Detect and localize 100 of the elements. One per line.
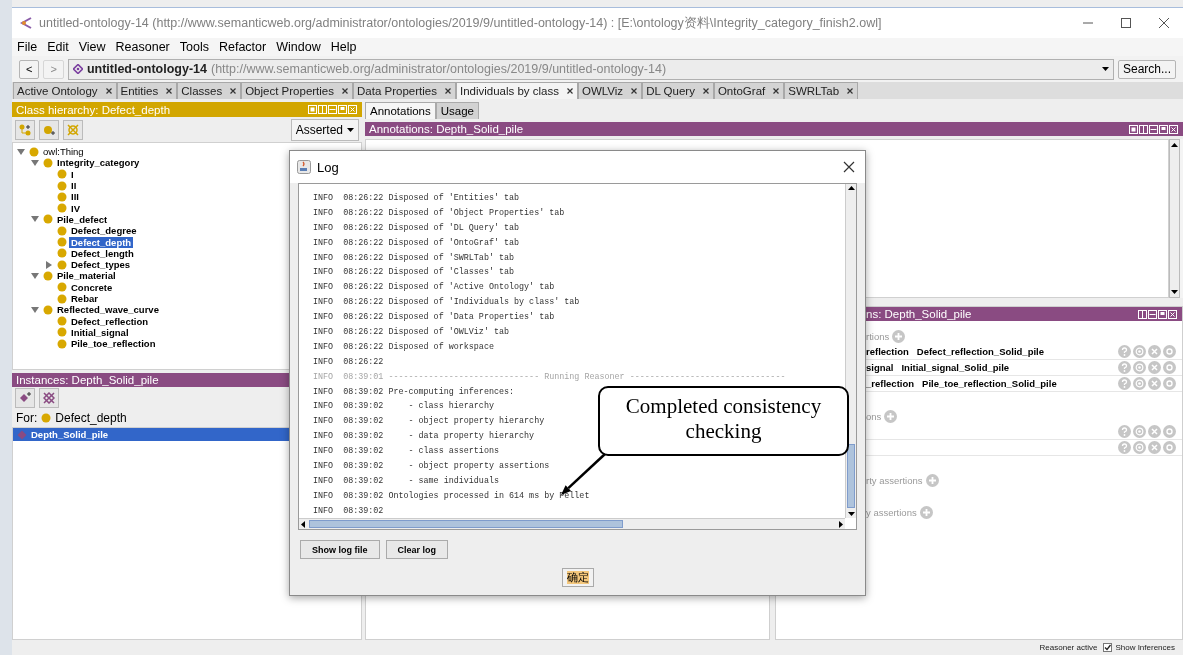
add-individual-button[interactable] (15, 388, 35, 408)
tab[interactable]: OWLViz (578, 82, 643, 99)
tree-item[interactable]: Defect_reflection (69, 315, 151, 327)
tree-item[interactable]: Defect_degree (69, 225, 139, 237)
tab[interactable]: Usage (435, 102, 479, 119)
close-icon[interactable] (702, 88, 709, 94)
tree-item[interactable]: Rebar (69, 293, 100, 304)
panel-controls-icon[interactable] (1129, 124, 1179, 134)
close-icon[interactable] (444, 88, 451, 94)
menu-item[interactable]: Help (330, 40, 357, 54)
menu-item[interactable]: Edit (47, 40, 69, 54)
collapsed-arrow-icon[interactable] (45, 260, 53, 269)
tree-item[interactable]: Pile_material (55, 270, 118, 282)
crossed-node-icon (67, 123, 79, 136)
log-line: INFO 08:26:22 Disposed of 'Classes' tab (313, 266, 515, 280)
tab[interactable]: Active Ontology (13, 82, 117, 99)
close-icon[interactable] (773, 88, 780, 94)
tree-item[interactable]: III (69, 191, 81, 203)
dialog-button[interactable]: Clear log (385, 540, 448, 559)
tree-item[interactable]: Concrete (69, 281, 115, 293)
menu-item[interactable]: Reasoner (115, 40, 170, 54)
mode-dropdown[interactable]: Asserted (290, 118, 359, 141)
add-sibling-button[interactable] (39, 119, 59, 140)
tab[interactable]: Annotations (365, 102, 436, 119)
scroll-thumb[interactable] (847, 444, 855, 508)
close-icon[interactable] (847, 88, 854, 94)
close-icon[interactable] (1158, 17, 1170, 29)
for-label: For: (16, 411, 38, 425)
log-line: INFO 08:26:22 Disposed of workspace (313, 340, 494, 354)
tree-item[interactable]: owl:Thing (41, 146, 86, 158)
tree-item[interactable]: Defect_depth (69, 236, 134, 248)
horizontal-scrollbar[interactable] (299, 518, 845, 529)
add-subclass-button[interactable] (15, 119, 35, 140)
cup-icon (297, 160, 311, 174)
expanded-arrow-icon[interactable] (31, 215, 39, 224)
checkbox[interactable] (1103, 643, 1113, 652)
expanded-arrow-icon[interactable] (31, 305, 39, 314)
close-icon[interactable] (631, 88, 638, 94)
close-icon[interactable] (567, 88, 573, 94)
class-circle-icon (57, 338, 67, 349)
menu-item[interactable]: Tools (179, 40, 209, 54)
log-line: INFO 08:26:22 Disposed of 'DL Query' tab (313, 221, 520, 235)
search-button[interactable]: Search... (1117, 59, 1176, 79)
close-icon[interactable] (105, 88, 112, 94)
menu-item[interactable]: Window (276, 40, 321, 54)
panel-controls-icon[interactable] (1138, 309, 1178, 319)
class-circle-icon (29, 146, 39, 157)
vertical-scrollbar[interactable] (845, 184, 856, 518)
maximize-icon[interactable] (1120, 17, 1132, 29)
tree-item[interactable]: Defect_length (69, 247, 136, 259)
tree-item[interactable]: Pile_defect (55, 213, 110, 225)
tab[interactable]: Object Properties (241, 82, 354, 99)
dialog-button[interactable]: Show log file (300, 540, 380, 559)
class-circle-icon (43, 214, 53, 225)
scroll-left-icon[interactable] (301, 520, 305, 528)
close-icon[interactable] (230, 88, 237, 94)
delete-individual-button[interactable] (39, 388, 59, 408)
expanded-arrow-icon[interactable] (31, 158, 39, 167)
tab[interactable]: DL Query (642, 82, 714, 99)
tree-item[interactable]: IV (69, 202, 82, 214)
menu-item[interactable]: File (17, 40, 38, 54)
expanded-arrow-icon[interactable] (31, 271, 39, 280)
section-header: y assertions (866, 506, 917, 518)
log-line: INFO 08:26:22 Disposed of 'Individuals by class' tab (313, 296, 580, 310)
tree-item[interactable]: II (69, 180, 79, 192)
menu-item[interactable]: View (78, 40, 106, 54)
tree-item[interactable]: Reflected_wave_curve (55, 304, 161, 316)
tree-item[interactable]: I (69, 168, 76, 180)
ontology-field[interactable]: untitled-ontology-14 (http://www.semanticweb.org/administrator/ontologies/2019/9/untitled-ontology-14) (67, 58, 1114, 80)
tab[interactable]: Classes (177, 82, 242, 99)
scroll-up-icon[interactable] (1171, 143, 1178, 147)
expanded-arrow-icon[interactable] (17, 147, 25, 156)
callout-box: Completed consistency checking (598, 386, 849, 456)
close-icon[interactable] (342, 88, 349, 94)
vertical-scrollbar[interactable] (1169, 139, 1180, 298)
scroll-down-icon[interactable] (847, 512, 855, 516)
back-button[interactable]: < (19, 59, 40, 79)
panel-title: Class hierarchy: Defect_depth (16, 103, 171, 116)
tab[interactable]: Individuals by class (455, 82, 578, 99)
reasoner-status: Reasoner active (1039, 643, 1098, 652)
dropdown-caret-icon[interactable] (1101, 67, 1109, 71)
tab[interactable]: SWRLTab (784, 82, 859, 99)
log-line: INFO 08:26:22 Disposed of 'OntoGraf' tab (313, 236, 520, 250)
tree-item[interactable]: Pile_toe_reflection (69, 338, 158, 350)
scroll-down-icon[interactable] (1171, 290, 1178, 294)
tree-item[interactable]: Initial_signal (69, 326, 131, 338)
tree-item[interactable]: Integrity_category (55, 157, 142, 169)
scroll-up-icon[interactable] (847, 186, 855, 190)
class-circle-icon (57, 293, 67, 304)
tab[interactable]: OntoGraf (713, 82, 785, 99)
close-icon[interactable] (166, 88, 173, 94)
scroll-right-icon[interactable] (839, 520, 843, 528)
tree-item[interactable]: Defect_types (69, 259, 133, 271)
menu-item[interactable]: Refactor (218, 40, 267, 54)
tab[interactable]: Entities (116, 82, 178, 99)
scroll-thumb[interactable] (309, 520, 623, 528)
class-circle-icon (43, 157, 53, 168)
ok-button[interactable]: 确定 (561, 568, 594, 587)
tab[interactable]: Data Properties (353, 82, 456, 99)
close-icon[interactable] (843, 161, 855, 173)
